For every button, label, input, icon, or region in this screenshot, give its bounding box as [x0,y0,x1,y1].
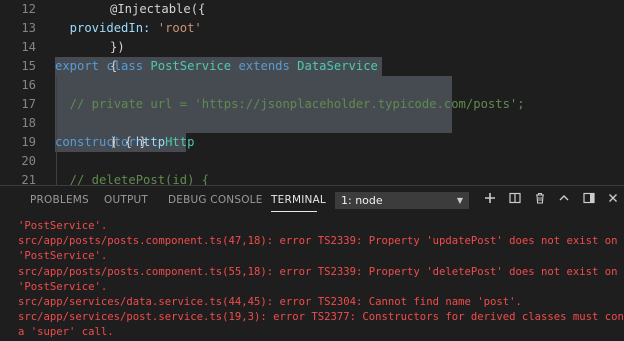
terminal-line: src/app/services/post.service.ts(19,3): … [18,311,624,324]
code-line[interactable]: 21 // deletePost(id) { [0,171,624,185]
code-token: export [55,59,107,73]
code-token: ) { } [110,135,147,149]
indent-guide [56,76,57,95]
code-line[interactable]: 16 [0,76,624,95]
active-tab-indicator [271,211,317,212]
tab-terminal[interactable]: TERMINAL [271,194,326,206]
code-editor[interactable]: 12 @Injectable({13 providedIn: 'root' 14})… [0,0,624,185]
code-token: }) [110,40,125,54]
tab-debug-console[interactable]: DEBUG CONSOLE [168,194,263,206]
code-text: // deletePost(id) { [55,171,209,185]
selection-highlight [55,114,452,133]
add-terminal-icon[interactable] [482,192,498,208]
code-token: DataService [297,59,386,73]
line-number: 13 [21,21,36,35]
code-token: // deletePost(id) { [55,173,210,185]
terminal-output[interactable]: 'PostService'. src/app/posts/posts.compon… [18,219,624,341]
line-number: 17 [21,97,36,111]
code-token: // private url = 'https://jsonplaceholde… [55,97,525,111]
split-terminal-icon[interactable] [507,192,523,208]
line-number: 12 [21,2,36,16]
close-icon[interactable] [605,192,621,208]
terminal-line: 'PostService'. [18,280,108,293]
code-line[interactable]: 15 export class PostService extends DataS… [0,57,624,76]
line-number: 19 [21,135,36,149]
tab-problems[interactable]: PROBLEMS [30,194,89,206]
code-token: 'root' [157,21,202,35]
code-text: constructor(http: Http) { } [55,133,194,152]
code-line[interactable]: 14}) [0,38,624,57]
code-token: extends [238,59,298,73]
code-text: export class PostService extends DataSer… [55,57,385,76]
panel-tabs: PROBLEMS OUTPUT DEBUG CONSOLE TERMINAL 1… [0,186,624,215]
terminal-line: src/app/services/data.service.ts(44,45):… [18,295,522,308]
code-token: { [110,59,118,73]
terminal-selector[interactable]: 1: node ▼ [335,192,469,209]
code-text: // private url = 'https://jsonplaceholde… [55,95,525,114]
code-line[interactable]: 19 constructor(http: Http) { } [0,133,624,152]
trash-icon[interactable] [532,192,548,208]
code-line[interactable]: 20 [0,152,624,171]
toggle-panel-layout-icon[interactable] [581,192,597,208]
code-token: PostService [150,59,239,73]
bottom-panel: PROBLEMS OUTPUT DEBUG CONSOLE TERMINAL 1… [0,185,624,338]
line-number: 16 [21,78,36,92]
code-token: providedIn: [55,21,158,35]
terminal-line: src/app/posts/posts.component.ts(47,18):… [18,235,624,248]
line-number: 18 [21,116,36,130]
code-token: @Injectable({ [110,2,206,16]
terminal-line: 'PostService'. [18,250,108,263]
maximize-panel-icon[interactable] [556,192,572,208]
code-line[interactable]: 17 // private url = 'https://jsonplaceho… [0,95,624,114]
selection-highlight [55,76,452,95]
terminal-selector-value: 1: node [341,194,383,207]
code-text: providedIn: 'root' [55,19,202,38]
line-number: 15 [21,59,36,73]
line-number: 21 [21,173,36,185]
code-token: Http [165,135,195,149]
indent-guide [56,152,57,171]
line-number: 14 [21,40,36,54]
terminal-line: 'PostService'. [18,220,108,232]
chevron-down-icon: ▼ [456,196,463,205]
tab-output[interactable]: OUTPUT [104,194,148,206]
line-number: 20 [21,154,36,168]
code-line[interactable]: 18 [0,114,624,133]
indent-guide [56,114,57,133]
terminal-line: a 'super' call. [18,326,114,339]
terminal-line: src/app/posts/posts.component.ts(55,18):… [18,265,624,278]
code-line[interactable]: 12 @Injectable({ [0,0,624,19]
code-line[interactable]: 13 providedIn: 'root' [0,19,624,38]
